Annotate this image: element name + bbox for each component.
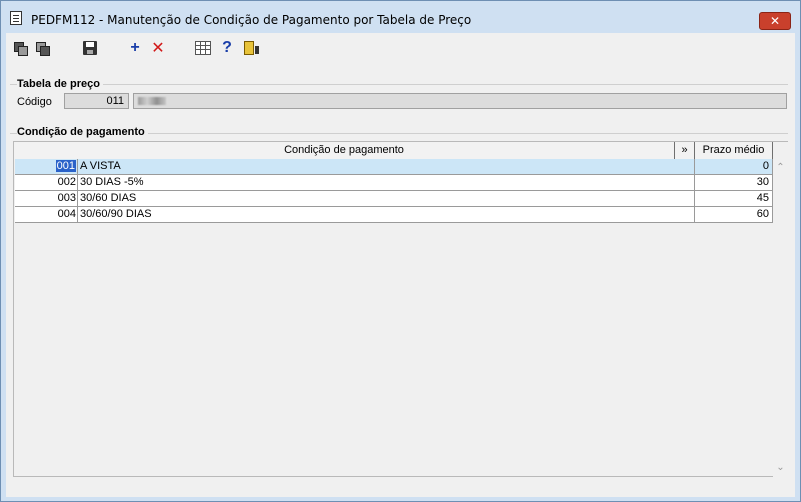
codigo-label: Código [17,96,52,108]
row-prazo[interactable]: 0 [695,159,773,174]
condicao-grid[interactable]: Condição de pagamento » Prazo médio 001 … [13,141,789,477]
close-button[interactable]: ✕ [759,12,791,30]
row-code[interactable]: 001 [55,160,76,172]
exit-icon [244,41,259,55]
row-prazo[interactable]: 60 [695,207,773,222]
document-icon [10,11,22,25]
grid-header: Condição de pagamento » Prazo médio [14,142,789,159]
scroll-up-icon[interactable]: ⌃ [776,163,785,173]
table-row[interactable]: 002 30 DIAS -5% 30 [15,175,773,191]
table-row[interactable]: 001 A VISTA 0 [15,159,773,175]
tabela-group-border [10,84,788,85]
col-header-prazo[interactable]: Prazo médio [695,142,773,159]
grid-icon [195,41,211,55]
table-row[interactable]: 003 30/60 DIAS 45 [15,191,773,207]
client-area: + ✕ ? Tabela de preço Código 011 Condiçã… [6,33,795,497]
col-header-condicao[interactable]: Condição de pagamento [14,142,675,159]
save-button[interactable] [81,39,99,57]
scroll-down-icon[interactable]: ⌄ [776,463,785,473]
row-prazo[interactable]: 45 [695,191,773,206]
help-button[interactable]: ? [218,39,236,57]
grid-rows: 001 A VISTA 0 002 30 DIAS -5% 30 003 30/… [15,159,773,223]
row-code[interactable]: 003 [15,191,78,206]
row-prazo[interactable]: 30 [695,175,773,190]
title-bar: PEDFM112 - Manutenção de Condição de Pag… [1,1,800,33]
blurred-text [138,97,166,105]
exit-button[interactable] [240,39,259,57]
tabela-group-title: Tabela de preço [17,78,103,90]
delete-button[interactable]: ✕ [149,39,167,57]
window-title: PEDFM112 - Manutenção de Condição de Pag… [31,13,472,27]
save-icon [83,41,97,55]
row-descricao[interactable]: 30/60 DIAS [78,191,695,206]
grid-button[interactable] [194,39,212,57]
tabela-description-field[interactable] [133,93,787,109]
row-code[interactable]: 002 [15,175,78,190]
toolbar: + ✕ ? [6,33,795,63]
cell-code: 001 [15,159,78,174]
codigo-input[interactable]: 011 [64,93,129,109]
row-descricao[interactable]: A VISTA [78,159,695,174]
first-record-icon[interactable] [12,39,30,57]
row-descricao[interactable]: 30/60/90 DIAS [78,207,695,222]
last-record-icon[interactable] [34,39,52,57]
vertical-scrollbar[interactable]: ⌃ ⌄ [773,159,788,477]
main-window: PEDFM112 - Manutenção de Condição de Pag… [0,0,801,502]
col-expand-button[interactable]: » [675,142,695,159]
condicao-group-title: Condição de pagamento [17,126,148,138]
row-descricao[interactable]: 30 DIAS -5% [78,175,695,190]
add-button[interactable]: + [126,39,144,57]
row-code[interactable]: 004 [15,207,78,222]
table-row[interactable]: 004 30/60/90 DIAS 60 [15,207,773,223]
